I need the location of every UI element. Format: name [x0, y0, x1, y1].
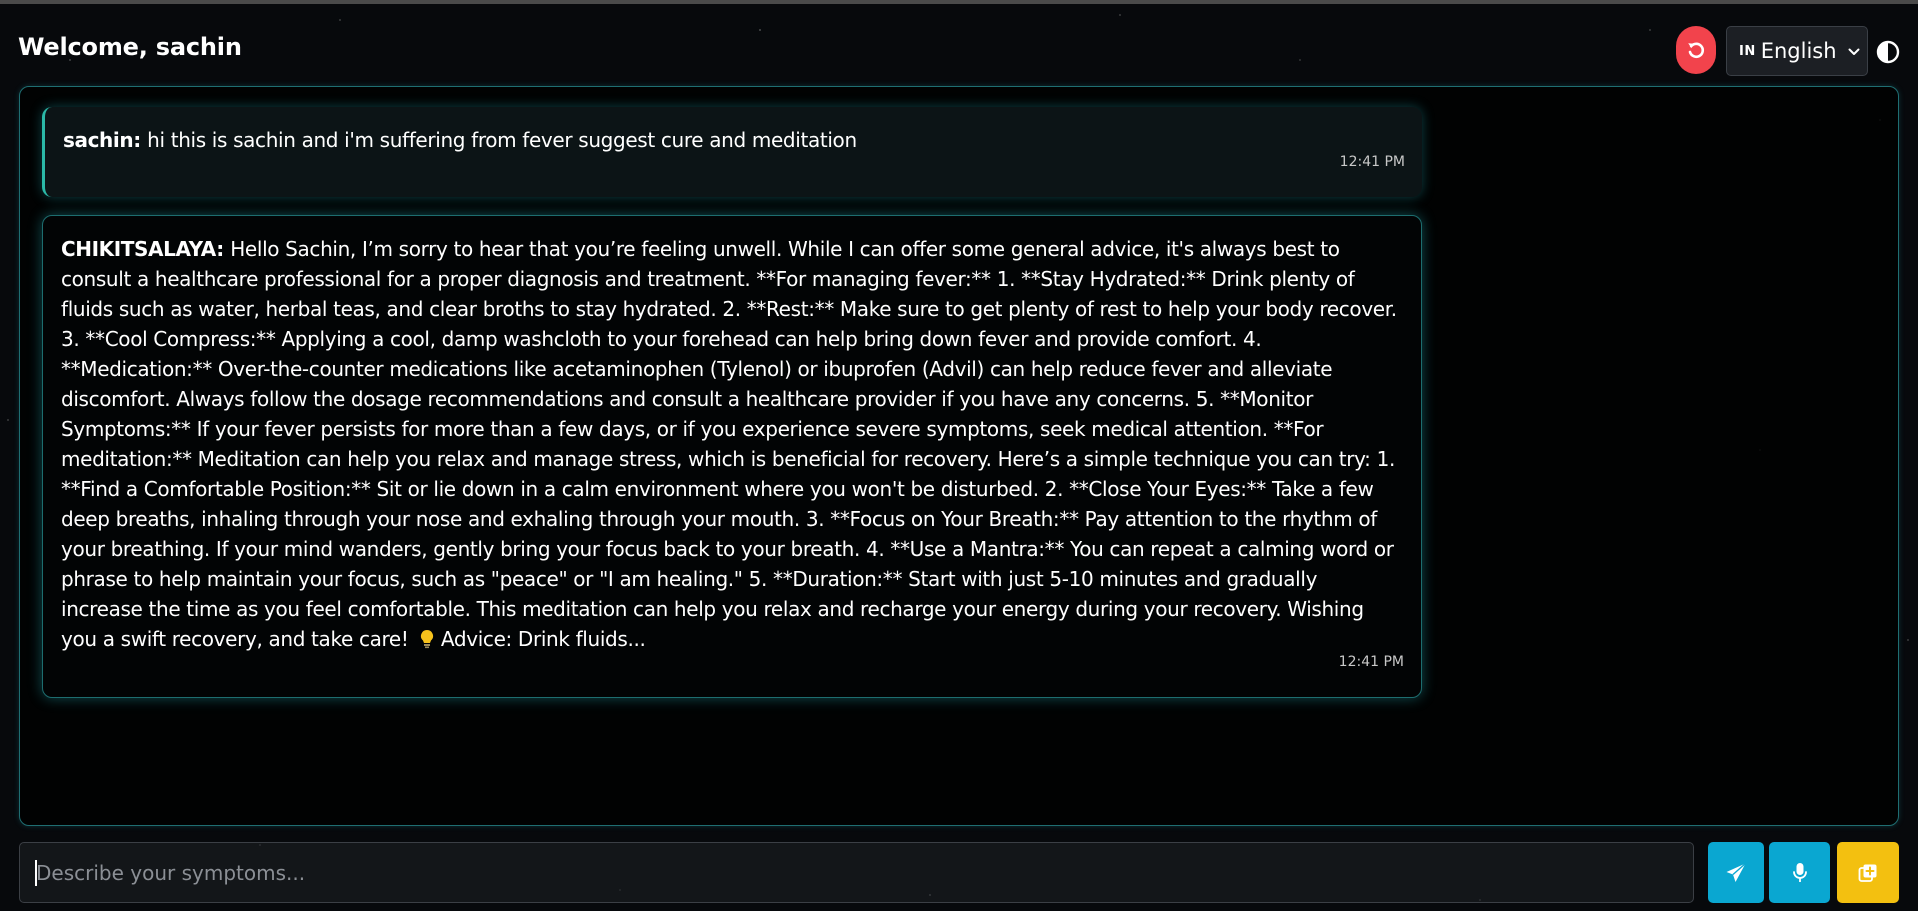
add-copy-icon: [1858, 863, 1878, 883]
message-text: Hello Sachin, I’m sorry to hear that you…: [61, 237, 1397, 651]
voice-input-button[interactable]: [1769, 842, 1830, 903]
refresh-icon: [1686, 40, 1706, 60]
advice-text: Advice: Drink fluids...: [440, 627, 646, 651]
add-document-button[interactable]: [1837, 842, 1899, 903]
contrast-icon: [1876, 40, 1900, 64]
language-selected-value: English: [1760, 39, 1837, 63]
chevron-down-icon: [1847, 44, 1861, 63]
paper-plane-icon: [1725, 862, 1747, 884]
chat-message-user: sachin: hi this is sachin and i'm suffer…: [42, 107, 1422, 197]
microphone-icon: [1792, 862, 1808, 884]
symptom-input-container: [19, 842, 1694, 903]
message-text: hi this is sachin and i'm suffering from…: [147, 128, 857, 152]
chat-message-bot: CHIKITSALAYA: Hello Sachin, I’m sorry to…: [42, 215, 1422, 698]
header: Welcome, sachin IN English: [0, 4, 1918, 84]
message-sender: sachin:: [63, 128, 141, 152]
message-timestamp: 12:41 PM: [1338, 654, 1404, 670]
send-button[interactable]: [1708, 842, 1764, 903]
text-cursor: [35, 860, 37, 886]
chat-window[interactable]: sachin: hi this is sachin and i'm suffer…: [19, 86, 1899, 826]
symptom-input[interactable]: [20, 843, 1693, 902]
message-timestamp: 12:41 PM: [1339, 154, 1405, 170]
language-select[interactable]: IN English: [1726, 26, 1868, 76]
reset-chat-button[interactable]: [1676, 26, 1716, 74]
lightbulb-icon: [419, 627, 435, 657]
message-sender: CHIKITSALAYA:: [61, 237, 224, 261]
welcome-title: Welcome, sachin: [18, 33, 242, 61]
theme-toggle-button[interactable]: [1876, 40, 1900, 64]
india-flag-icon: IN: [1739, 43, 1756, 59]
